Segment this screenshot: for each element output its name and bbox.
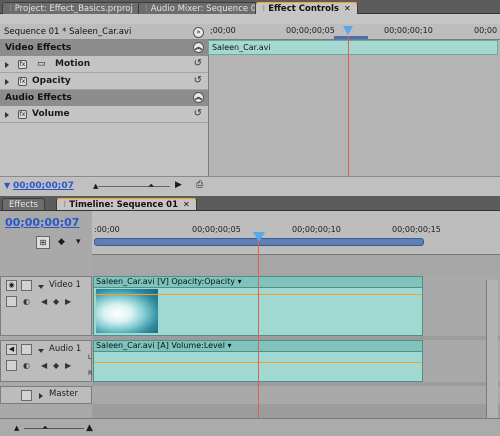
dropdown-triangle-icon[interactable]: ▾ xyxy=(227,341,231,350)
add-keyframe-icon[interactable]: ◆ xyxy=(53,298,59,306)
effect-label-motion: Motion xyxy=(55,59,91,69)
playhead-line xyxy=(348,36,349,176)
timeline-timecode[interactable]: 00;00;00;07 xyxy=(5,216,79,229)
prev-keyframe-icon[interactable]: ◀ xyxy=(41,362,47,370)
effect-label-opacity: Opacity xyxy=(32,76,71,86)
audio-track-name: Audio 1 xyxy=(49,344,82,354)
timeline-tab-strip: Effects ⁞ Timeline: Sequence 01 ✕ xyxy=(0,196,500,211)
reset-icon[interactable]: ↺ xyxy=(194,59,202,69)
tab-timeline[interactable]: ⁞ Timeline: Sequence 01 ✕ xyxy=(56,198,197,210)
fx-toggle-icon[interactable]: fx xyxy=(18,110,27,119)
export-icon[interactable]: ⎙ xyxy=(196,180,203,190)
reset-icon[interactable]: ↺ xyxy=(194,109,202,119)
master-track-name: Master xyxy=(49,389,79,399)
master-track-header: Master xyxy=(0,386,92,404)
expand-triangle-icon[interactable] xyxy=(38,349,44,353)
video-track-name: Video 1 xyxy=(49,280,81,290)
expand-triangle-icon[interactable] xyxy=(5,112,9,118)
tab-project[interactable]: ⁞ Project: Effect_Basics.prproj xyxy=(2,2,140,14)
play-audio-icon[interactable]: ▶ xyxy=(175,180,182,190)
double-chevron-up-icon: ︽ xyxy=(195,43,202,51)
lock-toggle[interactable] xyxy=(21,344,32,355)
timeline-playhead-icon[interactable] xyxy=(253,232,265,242)
marker-triangle-icon: ▼ xyxy=(4,181,11,190)
motion-icon[interactable]: ▭ xyxy=(37,56,46,73)
audio-track-header: ◀ Audio 1 ◐ ◀ ◆ ▶ xyxy=(0,340,92,382)
keyframe-toggle-icon[interactable]: ◐ xyxy=(23,298,30,306)
sequence-clip-name: Sequence 01 * Saleen_Car.avi xyxy=(4,27,132,37)
video-effects-header: Video Effects ︽ xyxy=(0,40,208,56)
grip-icon: ⁞ xyxy=(9,4,12,14)
marker-icon[interactable]: ◆ xyxy=(58,237,65,247)
effect-label-volume: Volume xyxy=(32,109,70,119)
expand-triangle-icon[interactable] xyxy=(39,393,43,399)
speaker-icon[interactable]: ◀ xyxy=(6,344,17,355)
zoom-handle-icon[interactable]: ⏶ xyxy=(42,423,48,433)
lock-toggle[interactable] xyxy=(21,390,32,401)
zoom-handle-icon[interactable]: ⏶ xyxy=(148,181,154,191)
timeline-footer: ▲ ⏶ ▲ xyxy=(0,418,500,436)
close-icon[interactable]: ✕ xyxy=(344,4,351,13)
zoom-out-icon[interactable]: ▲ xyxy=(14,424,19,432)
fx-toggle-icon[interactable]: fx xyxy=(18,60,27,69)
timeline-ruler[interactable]: :00;00 00;00;00;05 00;00;00;10 00;00;00;… xyxy=(92,211,500,255)
expand-triangle-icon[interactable] xyxy=(38,285,44,289)
effect-clip-bar[interactable]: Saleen_Car.avi xyxy=(208,40,498,55)
waveform-toggle[interactable] xyxy=(6,360,17,371)
reset-icon[interactable]: ↺ xyxy=(194,76,202,86)
keyframe-toggle-icon[interactable]: ◐ xyxy=(23,362,30,370)
timeline-playhead-line xyxy=(258,240,259,436)
close-icon[interactable]: ✕ xyxy=(183,200,190,209)
add-keyframe-icon[interactable]: ◆ xyxy=(53,362,59,370)
double-chevron-right-icon: » xyxy=(196,28,201,36)
double-chevron-up-icon: ︽ xyxy=(195,93,202,101)
next-keyframe-icon[interactable]: ▶ xyxy=(65,298,71,306)
snap-icon: ⊞ xyxy=(39,238,47,247)
effect-controls-ruler[interactable]: ;00;00 00;00;00;05 00;00;00;10 00;00 xyxy=(208,24,500,40)
effect-controls-timecode[interactable]: 00;00;00;07 xyxy=(13,181,74,191)
add-marker-icon[interactable]: ▾ xyxy=(76,237,81,247)
effect-row-opacity[interactable]: fx Opacity ↺ xyxy=(0,73,208,90)
eye-icon[interactable]: ◉ xyxy=(6,280,17,291)
channel-left-mark: L xyxy=(88,354,92,361)
effect-controls-footer: ▼ 00;00;00;07 ▲ ⏶ ▶ ⎙ xyxy=(0,176,500,196)
show-timeline-button[interactable]: » xyxy=(193,27,204,38)
dropdown-triangle-icon[interactable]: ▾ xyxy=(238,277,242,286)
display-style-toggle[interactable] xyxy=(6,296,17,307)
expand-triangle-icon[interactable] xyxy=(5,62,9,68)
collapse-video-effects-button[interactable]: ︽ xyxy=(193,42,204,53)
video-track-header: ◉ Video 1 ◐ ◀ ◆ ▶ xyxy=(0,276,92,336)
tab-audio-mixer[interactable]: ⁞ Audio Mixer: Sequence 01 xyxy=(138,2,269,14)
top-tab-strip: ⁞ Project: Effect_Basics.prproj ⁞ Audio Mi… xyxy=(0,0,500,14)
master-track-lane[interactable] xyxy=(92,386,500,404)
work-area-bar[interactable] xyxy=(334,36,368,39)
tab-effects[interactable]: Effects xyxy=(2,198,45,210)
collapse-audio-effects-button[interactable]: ︽ xyxy=(193,92,204,103)
prev-keyframe-icon[interactable]: ◀ xyxy=(41,298,47,306)
audio-effects-header: Audio Effects ︽ xyxy=(0,90,208,106)
zoom-out-icon[interactable]: ▲ xyxy=(93,182,98,190)
grip-icon: ⁞ xyxy=(262,4,266,14)
grip-icon: ⁞ xyxy=(145,4,148,14)
tab-effect-controls[interactable]: ⁞ Effect Controls ✕ xyxy=(255,2,358,14)
clip-thumbnail xyxy=(96,289,158,333)
effect-row-motion[interactable]: fx ▭ Motion ↺ xyxy=(0,56,208,73)
snap-button[interactable]: ⊞ xyxy=(36,236,50,249)
expand-triangle-icon[interactable] xyxy=(5,79,9,85)
lock-toggle[interactable] xyxy=(21,280,32,291)
zoom-in-icon[interactable]: ▲ xyxy=(86,423,93,433)
next-keyframe-icon[interactable]: ▶ xyxy=(65,362,71,370)
zoom-slider-track[interactable] xyxy=(24,428,84,429)
grip-icon: ⁞ xyxy=(63,200,67,210)
zoom-slider-track[interactable] xyxy=(98,186,170,187)
timeline-empty-band xyxy=(92,255,500,276)
playhead-icon[interactable] xyxy=(343,26,353,35)
effect-row-volume[interactable]: fx Volume ↺ xyxy=(0,106,208,123)
fx-toggle-icon[interactable]: fx xyxy=(18,77,27,86)
channel-right-mark: R xyxy=(88,370,93,377)
vertical-scrollbar[interactable] xyxy=(486,280,498,430)
